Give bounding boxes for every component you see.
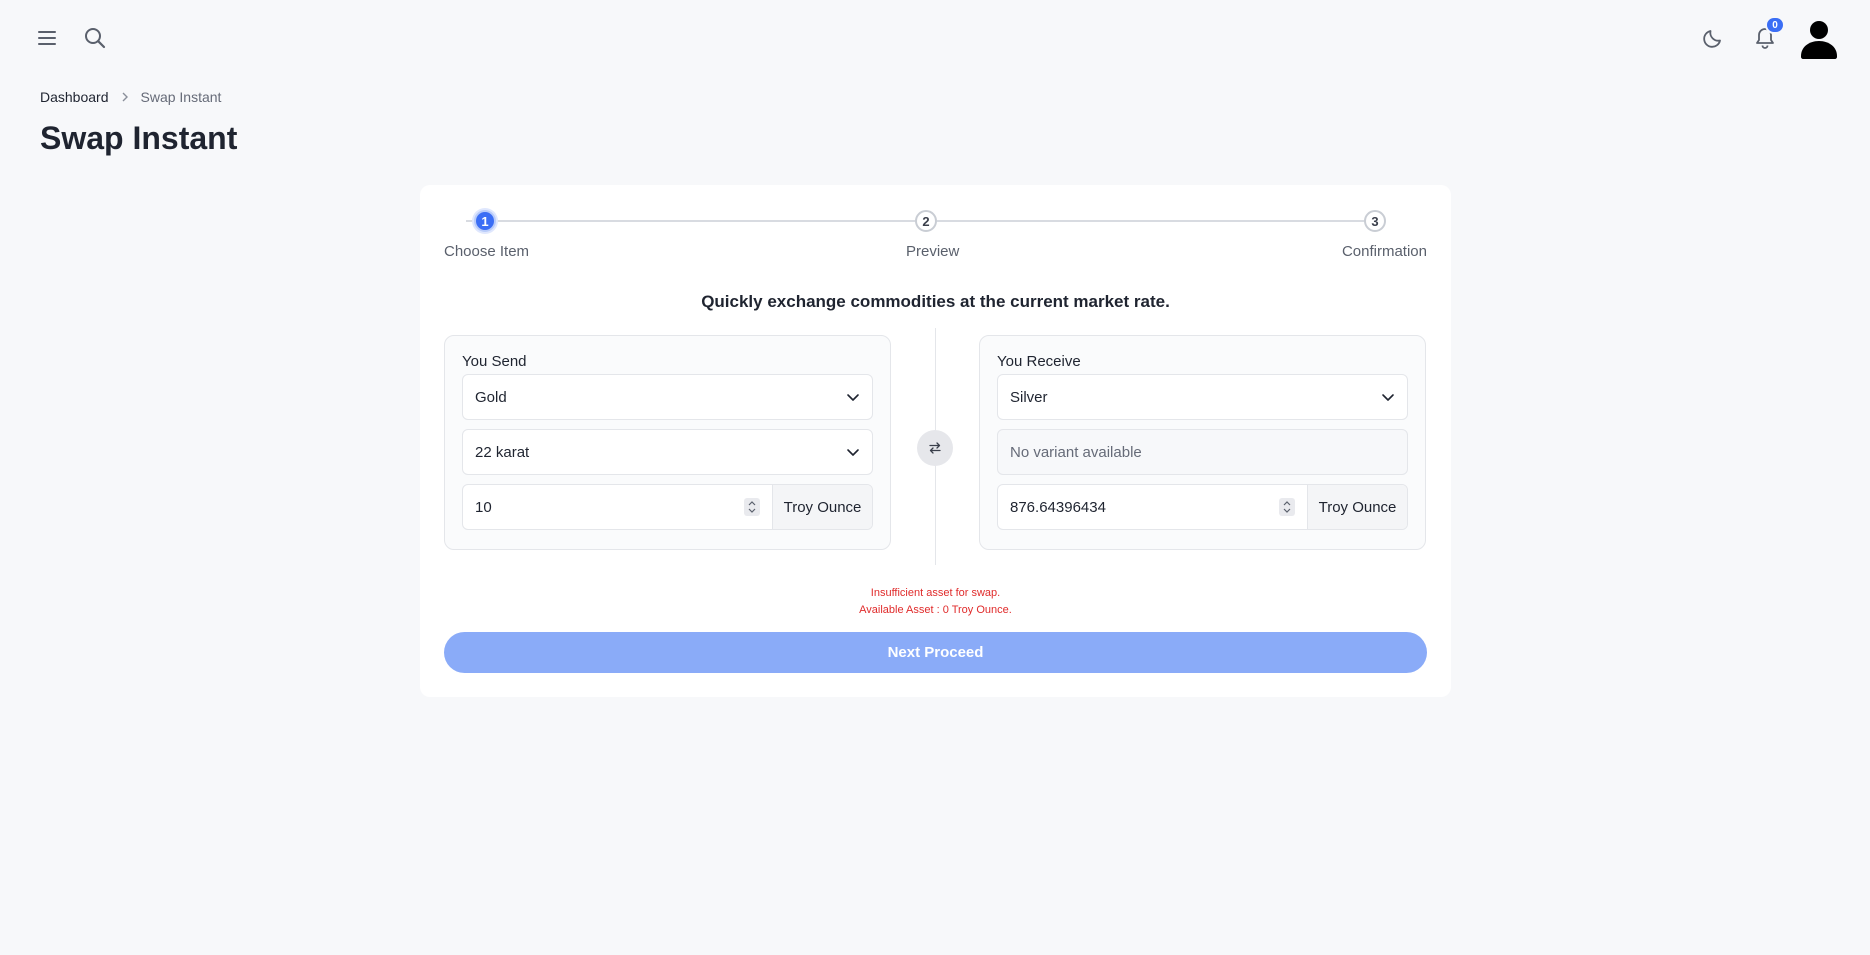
send-variant-value: 22 karat [475, 443, 530, 461]
receive-amount-value: 876.64396434 [1010, 498, 1106, 516]
send-commodity-value: Gold [475, 388, 507, 406]
step-3-indicator: 3 [1364, 210, 1386, 232]
send-unit-label: Troy Ounce [772, 485, 872, 529]
breadcrumb: Dashboard Swap Instant [40, 89, 221, 105]
send-variant-select[interactable]: 22 karat [462, 429, 873, 475]
swap-card: 1 Choose Item 2 Preview 3 Confirmation Q… [420, 185, 1451, 697]
stepper: 1 Choose Item 2 Preview 3 Confirmation [444, 210, 1427, 270]
step-3-label: Confirmation [1341, 243, 1427, 260]
receive-panel: You Receive Silver No variant available … [979, 335, 1426, 550]
page-title: Swap Instant [40, 120, 238, 156]
send-amount-input[interactable]: 10 [463, 485, 772, 529]
receive-commodity-select[interactable]: Silver [997, 374, 1408, 420]
receive-unit-label: Troy Ounce [1307, 485, 1407, 529]
step-connector [466, 220, 915, 222]
swap-subtitle: Quickly exchange commodities at the curr… [701, 292, 1170, 311]
send-commodity-select[interactable]: Gold [462, 374, 873, 420]
moon-icon[interactable] [1693, 18, 1733, 58]
bell-icon[interactable]: 0 [1745, 16, 1785, 58]
swap-arrows-icon [929, 442, 941, 454]
error-message: Insufficient asset for swap. Available A… [420, 585, 1451, 619]
receive-amount-group: 876.64396434 Troy Ounce [997, 484, 1408, 530]
swap-direction-button[interactable] [917, 430, 953, 466]
chevron-right-icon [121, 92, 129, 102]
receive-label: You Receive [997, 353, 1081, 370]
send-amount-value: 10 [475, 498, 492, 516]
step-1-label: Choose Item [444, 243, 530, 260]
chevron-down-icon [1381, 390, 1395, 408]
next-proceed-button[interactable]: Next Proceed [444, 632, 1427, 673]
receive-variant-value: No variant available [1010, 443, 1142, 461]
breadcrumb-dashboard[interactable]: Dashboard [40, 89, 109, 105]
send-label: You Send [462, 353, 527, 370]
hamburger-icon[interactable] [27, 18, 67, 58]
step-2-indicator: 2 [915, 210, 937, 232]
chevron-down-icon [846, 445, 860, 463]
chevron-down-icon [846, 390, 860, 408]
receive-commodity-value: Silver [1010, 388, 1048, 406]
send-amount-group: 10 Troy Ounce [462, 484, 873, 530]
top-bar: 0 [0, 0, 1870, 76]
search-icon[interactable] [75, 18, 115, 58]
receive-amount-input[interactable]: 876.64396434 [998, 485, 1307, 529]
error-line-2: Available Asset : 0 Troy Ounce. [859, 604, 1012, 616]
number-stepper-icon[interactable] [744, 498, 760, 516]
step-connector [937, 220, 1384, 222]
notification-badge: 0 [1765, 16, 1785, 34]
send-panel: You Send Gold 22 karat 10 Troy Ounce [444, 335, 891, 550]
number-stepper-icon[interactable] [1279, 498, 1295, 516]
error-line-1: Insufficient asset for swap. [870, 587, 1001, 599]
step-1-indicator: 1 [474, 210, 496, 232]
step-2-label: Preview [906, 243, 960, 260]
receive-variant-select: No variant available [997, 429, 1408, 475]
breadcrumb-current: Swap Instant [140, 89, 222, 105]
user-avatar-icon[interactable] [1797, 16, 1841, 60]
